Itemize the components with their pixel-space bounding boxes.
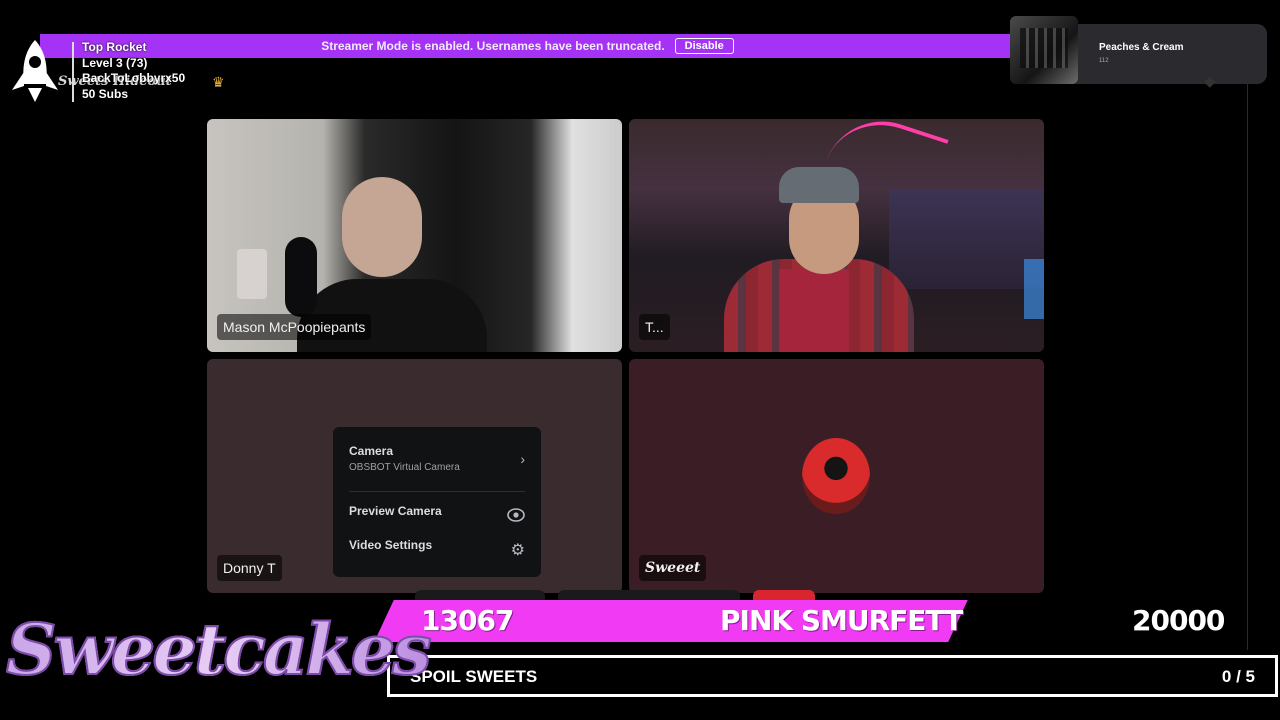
participant-name: T... <box>639 314 670 340</box>
microphone <box>285 237 317 317</box>
menu-item-video-settings[interactable]: Video Settings ⚙ <box>341 532 533 566</box>
menu-camera-label: Camera <box>349 444 394 458</box>
rocket-divider <box>72 42 74 102</box>
avatar <box>802 438 870 514</box>
menu-preview-label: Preview Camera <box>349 504 442 518</box>
person-shirt <box>779 269 849 352</box>
chevron-right-icon: › <box>520 451 525 467</box>
divider-line <box>1247 70 1248 650</box>
chat-icon: ◆ <box>1204 73 1216 90</box>
blue-light <box>1024 259 1044 319</box>
spoil-label: SPOIL SWEETS <box>410 667 538 686</box>
menu-settings-label: Video Settings <box>349 538 433 552</box>
person-head <box>342 177 422 277</box>
crown-icon: ♛ <box>212 74 225 90</box>
song-title: Peaches & Cream <box>1099 42 1184 53</box>
menu-item-camera[interactable]: Camera OBSBOT Virtual Camera › <box>341 435 533 487</box>
menu-item-preview-camera[interactable]: Preview Camera <box>341 498 533 532</box>
shelf <box>889 189 1044 289</box>
figurine <box>237 249 267 299</box>
menu-separator <box>349 491 525 492</box>
rocket-widget-text: Top Rocket Level 3 (73) BackToLobbyrx50 … <box>82 40 185 102</box>
streamer-mode-banner: Streamer Mode is enabled. Usernames have… <box>40 34 1015 58</box>
goal-number: 20000 <box>1132 604 1225 637</box>
spoil-bar: SPOIL SWEETS 0 / 5 <box>387 655 1278 697</box>
pink-count: 13067 <box>421 604 514 637</box>
video-tile-mason[interactable]: Mason McPoopiepants <box>207 119 622 352</box>
rocket-subs: 50 Subs <box>82 86 129 101</box>
pink-name: PINK SMURFETT <box>720 604 963 637</box>
spoil-count: 0 / 5 <box>1221 667 1255 686</box>
video-tile-t[interactable]: T... <box>629 119 1044 352</box>
song-subtitle: 112 <box>1099 58 1109 64</box>
participant-name: Sweeet <box>639 555 707 581</box>
person-hat <box>779 167 859 203</box>
video-context-menu: Camera OBSBOT Virtual Camera › Preview C… <box>333 427 541 577</box>
video-tile-sweeet[interactable]: Sweeet <box>629 359 1044 593</box>
rocket-user: BackToLobbyrx50 <box>82 71 186 85</box>
gear-icon: ⚙ <box>510 542 525 559</box>
rocket-icon <box>12 40 58 102</box>
sweetcakes-logo: Sweetcakes <box>5 607 433 692</box>
participant-name: Mason McPoopiepants <box>217 314 372 340</box>
eye-icon <box>507 508 525 522</box>
streamer-mode-text: Streamer Mode is enabled. Usernames have… <box>321 39 665 53</box>
disable-streamer-mode-button[interactable]: Disable <box>674 38 734 54</box>
rocket-level: Level 3 (73) <box>82 55 148 70</box>
menu-camera-device: OBSBOT Virtual Camera <box>349 462 460 473</box>
now-playing-widget: Peaches & Cream 112 <box>1010 16 1267 84</box>
album-art <box>1010 16 1078 84</box>
rocket-title: Top Rocket <box>82 40 147 54</box>
participant-name: Donny T <box>217 555 282 581</box>
